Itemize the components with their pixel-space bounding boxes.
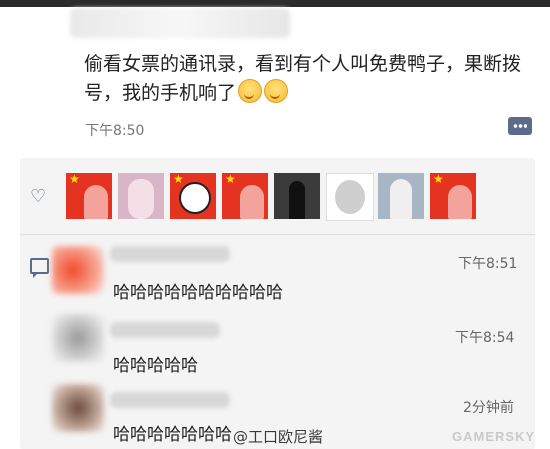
post-timestamp: 下午8:50 (85, 123, 145, 139)
site-watermark: GAMERSKY (452, 429, 536, 444)
commenter-avatar-blurred (52, 314, 104, 362)
comment-text: 哈哈哈哈哈哈哈 (113, 425, 232, 445)
weibo-watermark: @工口欧尼酱 (233, 428, 324, 446)
comment-text: 哈哈哈哈哈哈哈哈哈哈 (113, 283, 283, 303)
poster-name-blurred (70, 8, 290, 38)
liker-avatar[interactable] (66, 173, 112, 219)
liker-avatar[interactable] (118, 173, 164, 219)
smile-emoji-icon (264, 79, 289, 103)
more-actions-button[interactable] (508, 117, 532, 135)
comment-text: 哈哈哈哈哈 (113, 356, 198, 376)
liker-avatar[interactable] (274, 173, 320, 219)
liker-avatar[interactable] (326, 173, 374, 221)
panel-divider (20, 234, 535, 235)
commenter-name-blurred (110, 322, 220, 338)
status-strip (0, 0, 550, 7)
commenter-avatar-blurred (52, 384, 104, 432)
commenter-avatar-blurred (52, 246, 104, 294)
smile-emoji-icon (238, 79, 263, 103)
liker-avatar[interactable] (170, 173, 216, 219)
post-content: 偷看女票的通讯录，看到有个人叫免费鸭子，果断拨号，我的手机响了 (84, 50, 524, 108)
liker-avatar[interactable] (378, 173, 424, 219)
liker-avatar[interactable] (222, 173, 268, 219)
commenter-name-blurred (110, 246, 230, 262)
comment-time: 下午8:54 (455, 330, 515, 346)
heart-icon: ♡ (30, 186, 47, 207)
liker-avatar[interactable] (430, 173, 476, 219)
comment-time: 下午8:51 (458, 256, 518, 272)
comment-icon (30, 258, 49, 278)
comment-time: 2分钟前 (463, 400, 514, 416)
commenter-name-blurred (110, 392, 230, 408)
post-text: 偷看女票的通讯录，看到有个人叫免费鸭子，果断拨号，我的手机响了 (84, 53, 522, 104)
